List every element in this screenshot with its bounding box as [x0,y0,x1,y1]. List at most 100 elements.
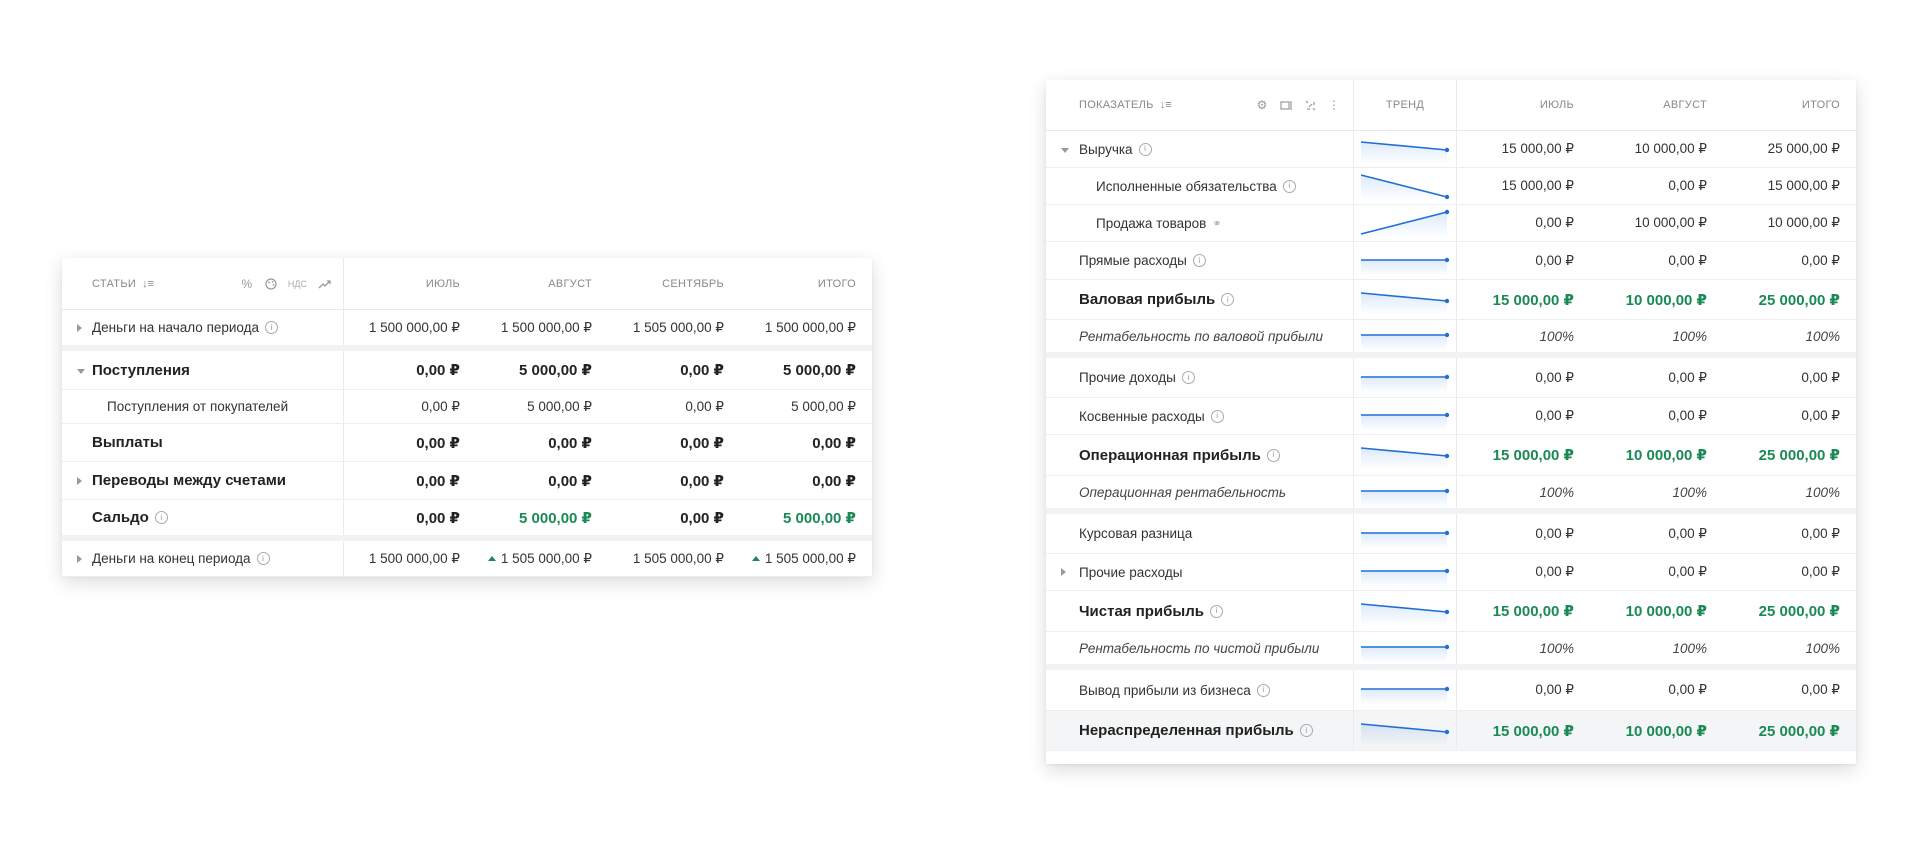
cell-value: 10 000,00 ₽ [1767,215,1840,230]
trend-sparkline [1354,476,1457,508]
table-row[interactable]: Курсовая разница 0,00 ₽ 0,00 ₽ 0,00 ₽ [1046,514,1856,554]
row-name: Операционная прибыль i [1046,435,1354,475]
columns-icon[interactable] [1279,98,1293,112]
cell-value: 0,00 ₽ [685,398,724,414]
cell-value: 5 000,00 ₽ [519,509,592,527]
cell-value: 15 000,00 ₽ [1492,291,1574,309]
cell-value: 0,00 ₽ [1535,369,1574,385]
more-vertical-icon[interactable]: ⋮ [1327,98,1341,112]
sort-icon[interactable]: ↓≡ [1160,99,1172,111]
cell-value: 100% [1805,328,1840,344]
table-row[interactable]: Выплаты 0,00 ₽ 0,00 ₽ 0,00 ₽ 0,00 ₽ [62,424,872,462]
info-icon[interactable]: i [1282,179,1296,193]
info-icon[interactable]: i [1256,683,1270,697]
expand-icon[interactable] [1061,563,1074,581]
info-icon[interactable]: i [1266,448,1280,462]
row-name: Нераспределенная прибыль i [1046,711,1354,750]
table-row[interactable]: Прочие доходы i 0,00 ₽ 0,00 ₽ 0,00 ₽ [1046,358,1856,398]
info-icon[interactable]: i [1299,724,1313,737]
table-row[interactable]: Исполненные обязательства i 15 000,00 ₽ 0,0… [1046,168,1856,205]
pnl-col-trend[interactable]: Тренд [1354,80,1457,130]
cell-value: 0,00 ₽ [1668,682,1707,697]
table-row[interactable]: Прочие расходы 0,00 ₽ 0,00 ₽ 0,00 ₽ [1046,554,1856,591]
pnl-col-month[interactable]: Июль [1457,80,1590,130]
expand-icon[interactable] [77,319,90,337]
cell-value: 5 000,00 ₽ [527,398,592,414]
table-row[interactable]: Чистая прибыль i 15 000,00 ₽ 10 000,00 ₽ 25 … [1046,591,1856,632]
table-row[interactable]: Вывод прибыли из бизнеса i 0,00 ₽ 0,00 ₽ 0,0… [1046,670,1856,711]
table-row[interactable]: Рентабельность по валовой прибыли 100% 100… [1046,320,1856,358]
cell-value: 0,00 ₽ [1668,564,1707,579]
unlink-icon[interactable] [1303,98,1317,112]
cell-value: 0,00 ₽ [1668,525,1707,541]
cashflow-col-month[interactable]: Август [476,258,608,309]
cell-value: 15 000,00 ₽ [1492,722,1574,740]
table-row[interactable]: Прямые расходы i 0,00 ₽ 0,00 ₽ 0,00 ₽ [1046,242,1856,280]
table-row[interactable]: Операционная рентабельность 100% 100% 100% [1046,476,1856,514]
info-icon[interactable]: i [1181,371,1195,384]
info-icon[interactable]: i [1209,604,1223,618]
cell-value: 0,00 ₽ [1668,369,1707,385]
row-label: Нераспределенная прибыль [1079,722,1294,739]
trend-sparkline [1354,711,1457,750]
table-row[interactable]: Косвенные расходы i 0,00 ₽ 0,00 ₽ 0,00 ₽ [1046,398,1856,435]
cell-value: 0,00 ₽ [1801,564,1840,579]
table-row[interactable]: Выручка i 15 000,00 ₽ 10 000,00 ₽ 25 000,00 … [1046,131,1856,168]
cashflow-col-total[interactable]: Итого [740,258,872,309]
info-icon[interactable]: i [1210,409,1224,423]
info-icon[interactable]: i [1192,254,1206,267]
row-label: Курсовая разница [1079,526,1193,541]
table-row[interactable]: Продажа товаров ⚭ 0,00 ₽ 10 000,00 ₽ 10 000,… [1046,205,1856,242]
link-icon[interactable]: ⚭ [1212,217,1221,230]
table-row[interactable]: Деньги на начало периода i 1 500 000,00 … [62,310,872,351]
cashflow-name-header[interactable]: Статьи ↓≡ % НДС [62,258,344,309]
trend-sparkline [1354,280,1457,319]
palette-icon[interactable] [264,277,278,291]
cell-value: 0,00 ₽ [548,472,592,490]
gear-icon[interactable]: ⚙ [1255,98,1269,112]
table-row[interactable]: Рентабельность по чистой прибыли 100% 100%… [1046,632,1856,670]
row-label: Поступления от покупателей [107,399,289,414]
percent-icon[interactable]: % [240,277,254,291]
table-row[interactable]: Поступления от покупателей 0,00 ₽ 5 000,… [62,390,872,424]
trend-icon[interactable] [317,277,331,291]
cell-value: 15 000,00 ₽ [1492,603,1574,620]
table-row[interactable]: Валовая прибыль i 15 000,00 ₽ 10 000,00 ₽ 25… [1046,280,1856,320]
table-row[interactable]: Деньги на конец периода i 1 500 000,00 ₽… [62,541,872,577]
cell-value: 100% [1672,484,1707,500]
info-icon[interactable]: i [265,321,279,334]
info-icon[interactable]: i [1138,142,1152,156]
nds-toggle[interactable]: НДС [288,279,307,289]
info-icon[interactable]: i [154,511,168,524]
expand-icon[interactable] [77,550,90,568]
pnl-toolbar: ⚙ ⋮ [1255,98,1341,112]
trend-sparkline [1354,554,1457,590]
cashflow-col-month[interactable]: Июль [344,258,476,309]
cell-value: 0,00 ₽ [1801,525,1840,541]
table-row[interactable]: Переводы между счетами 0,00 ₽ 0,00 ₽ 0,0… [62,462,872,500]
cell-value: 5 000,00 ₽ [519,362,592,379]
sort-icon[interactable]: ↓≡ [142,278,154,290]
cell-value: 15 000,00 ₽ [1501,178,1574,193]
pnl-col-total[interactable]: Итого [1723,80,1856,130]
trend-sparkline [1354,632,1457,664]
table-row[interactable]: Сальдо i 0,00 ₽ 5 000,00 ₽ 0,00 ₽ 5 000,… [62,500,872,541]
info-icon[interactable]: i [256,552,270,565]
cashflow-col-month[interactable]: Сентябрь [608,258,740,309]
pnl-name-header[interactable]: Показатель ↓≡ ⚙ ⋮ [1046,80,1354,130]
table-row[interactable]: Операционная прибыль i 15 000,00 ₽ 10 000,0… [1046,435,1856,476]
row-label: Рентабельность по валовой прибыли [1079,328,1324,344]
cell-value: 0,00 ₽ [680,509,724,527]
collapse-icon[interactable] [1061,140,1077,158]
table-row[interactable]: Нераспределенная прибыль i 15 000,00 ₽ 10 0… [1046,711,1856,751]
expand-icon[interactable] [77,472,90,490]
row-name: Переводы между счетами [62,462,344,499]
row-name: Исполненные обязательства i [1046,168,1354,204]
table-row[interactable]: Поступления 0,00 ₽ 5 000,00 ₽ 0,00 ₽ 5 0… [62,351,872,390]
collapse-icon[interactable] [77,361,93,379]
pnl-col-month[interactable]: Август [1590,80,1723,130]
cashflow-header-row: Статьи ↓≡ % НДС Июль Август Сентябрь Ито… [62,258,872,310]
trend-sparkline [1354,358,1457,397]
row-label: Деньги на конец периода [92,551,251,566]
info-icon[interactable]: i [1221,293,1235,306]
